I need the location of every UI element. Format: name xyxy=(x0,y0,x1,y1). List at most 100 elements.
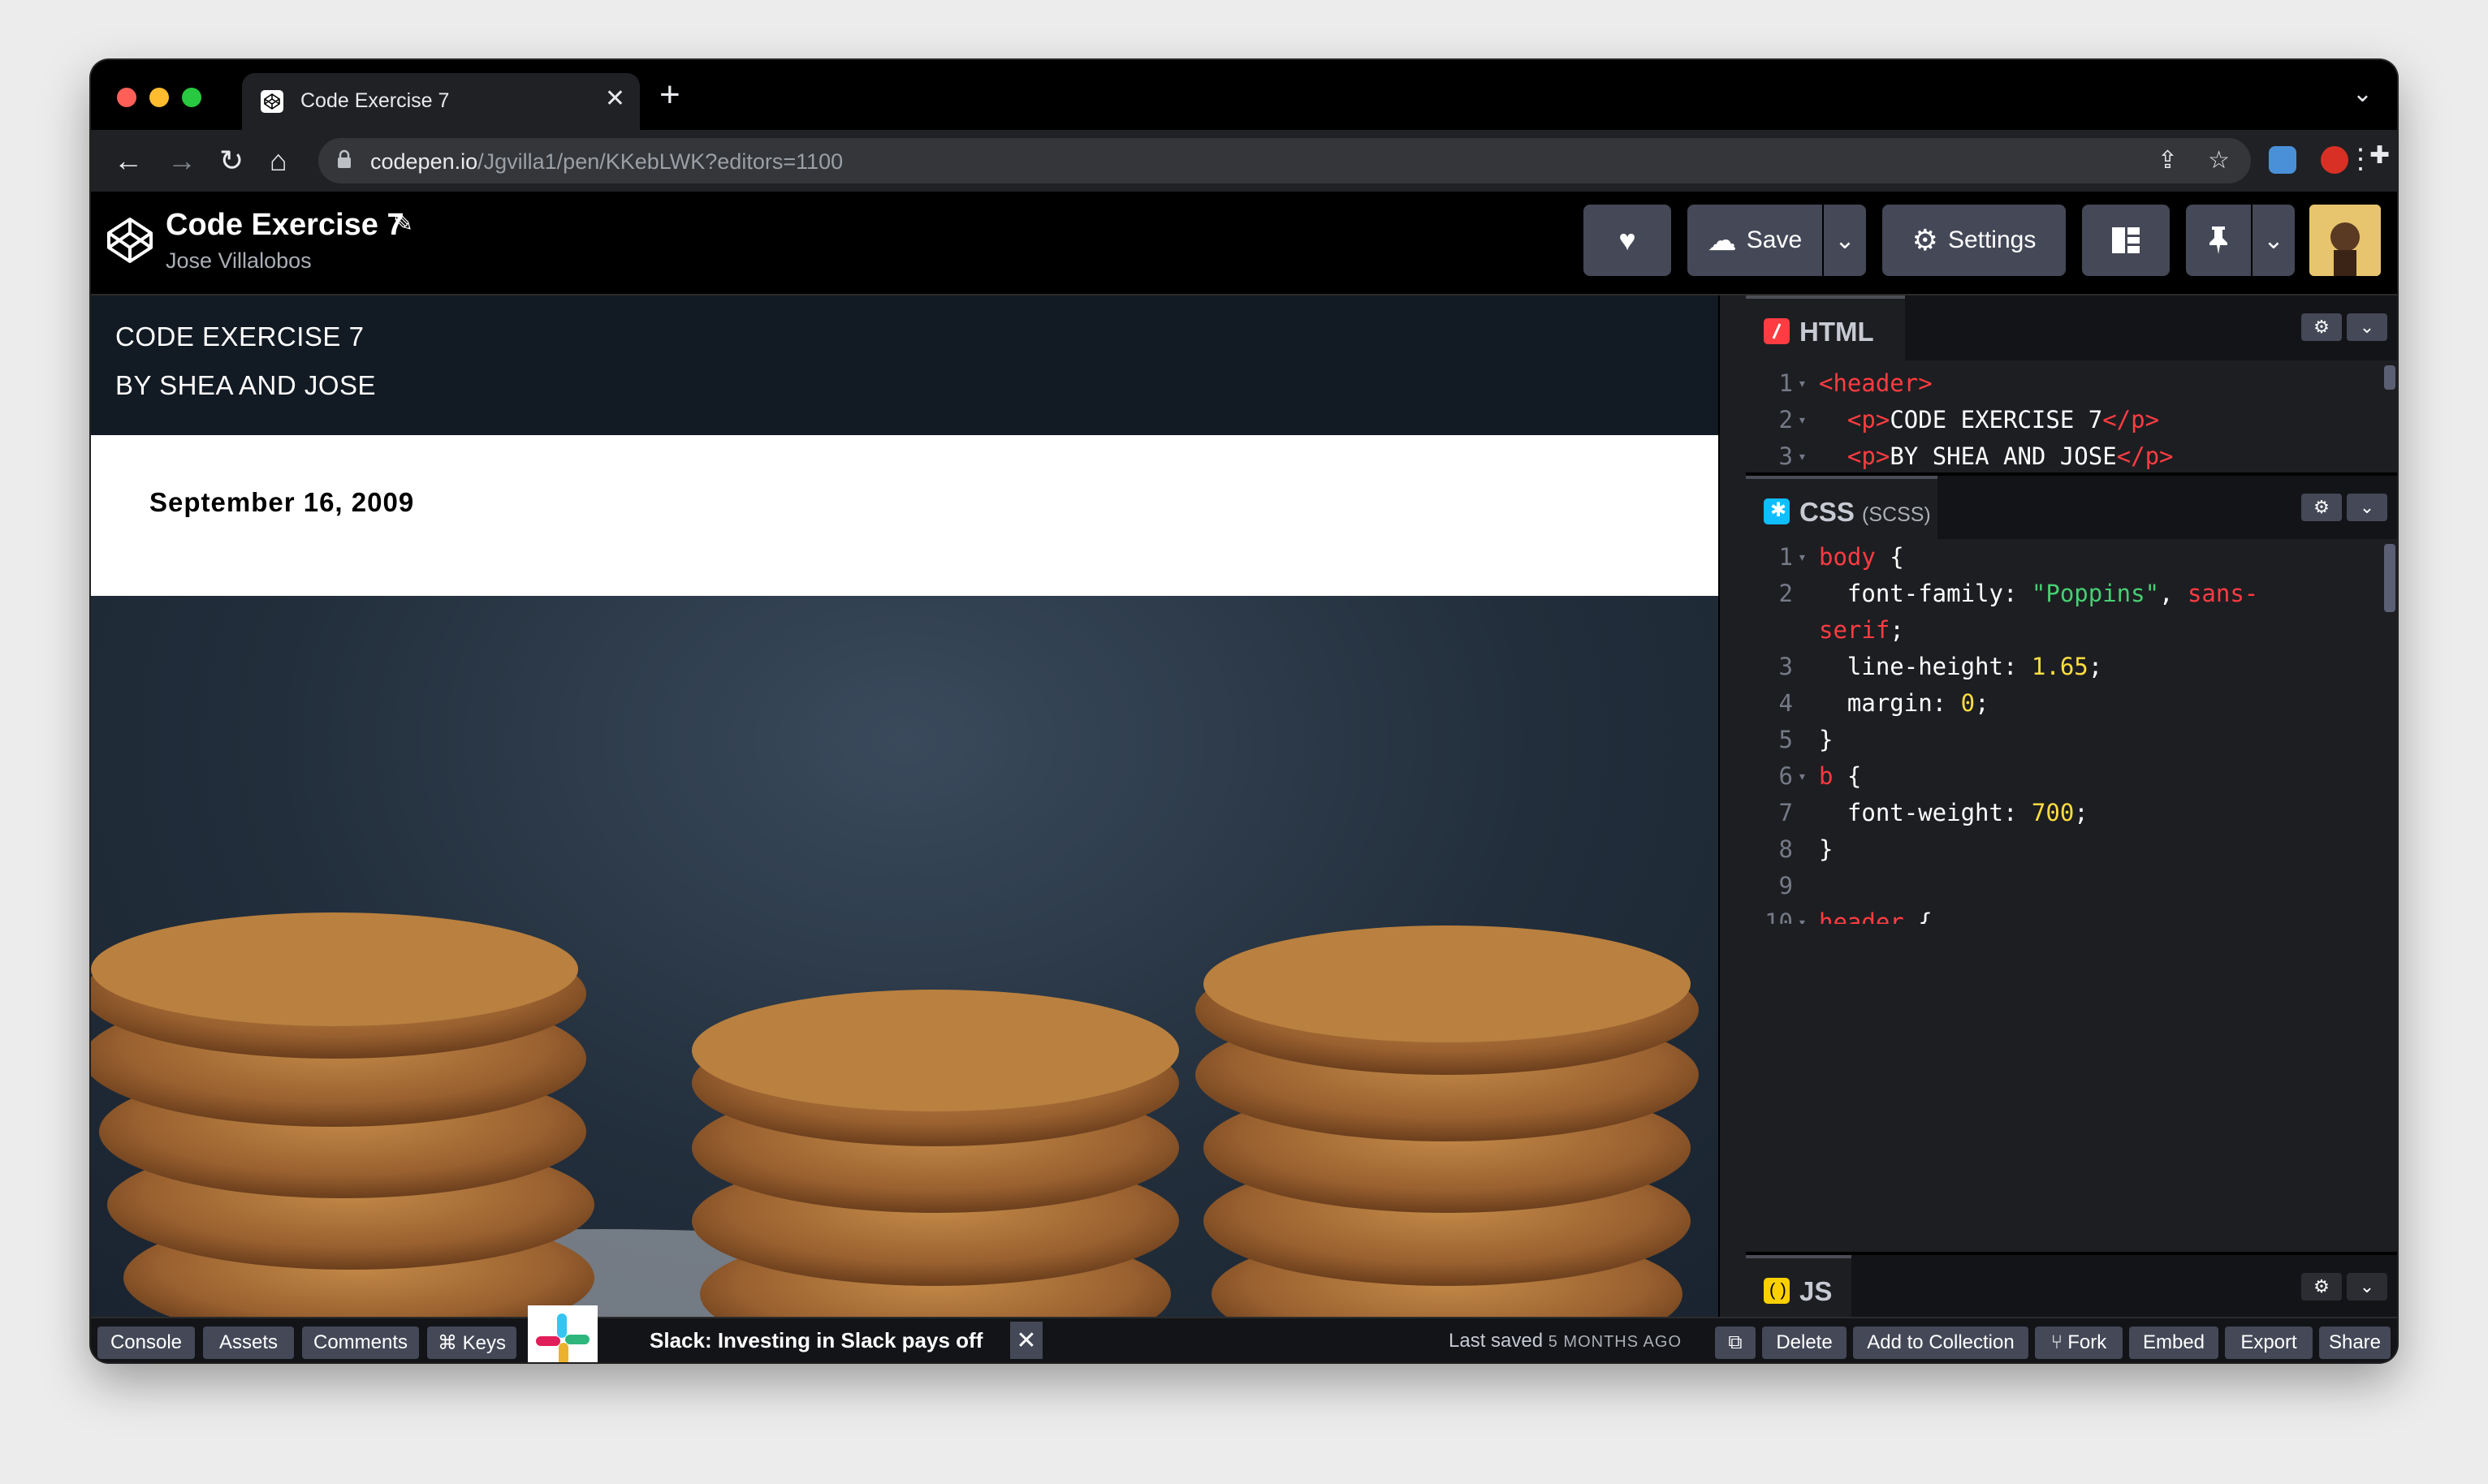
address-bar[interactable]: codepen.io/Jgvilla1/pen/KKebLWK?editors=… xyxy=(318,138,2251,183)
html-settings-gear-icon[interactable]: ⚙ xyxy=(2301,313,2342,341)
css-code-line[interactable]: 4 margin: 0; xyxy=(1746,685,2397,722)
css-code-line[interactable]: 2 font-family: "Poppins", sans- xyxy=(1746,576,2397,612)
lock-icon xyxy=(336,149,352,175)
tab-search-chevron-icon[interactable]: ⌄ xyxy=(2352,80,2373,108)
code-token: sans- xyxy=(2187,580,2259,607)
add-to-collection-button[interactable]: Add to Collection xyxy=(1853,1327,2028,1359)
extension-red-icon[interactable] xyxy=(2321,146,2348,174)
slack-logo-icon[interactable] xyxy=(528,1305,598,1362)
browser-tab[interactable]: Code Exercise 7 ✕ xyxy=(242,73,640,130)
love-button[interactable]: ♥ xyxy=(1583,205,1671,276)
html-code-area[interactable]: 1 ▾ <header> 2 ▾ <p>CODE EXERCISE 7</p> 3 ▾ <p… xyxy=(1746,365,2397,471)
left-cookie-stack xyxy=(91,912,594,1317)
pen-title[interactable]: Code Exercise 7 xyxy=(166,208,404,243)
user-avatar[interactable] xyxy=(2309,205,2381,276)
embed-button[interactable]: Embed xyxy=(2129,1327,2218,1359)
html-editor-tab[interactable]: HTML xyxy=(1746,296,1905,360)
css-editor-tab[interactable]: ✱ CSS (SCSS) xyxy=(1746,476,1937,541)
css-code-line[interactable]: 5} xyxy=(1746,722,2397,758)
js-settings-gear-icon[interactable]: ⚙ xyxy=(2301,1273,2342,1301)
code-text: body { xyxy=(1819,539,1904,576)
extension-cloud-icon[interactable] xyxy=(2269,146,2296,174)
delete-button[interactable]: Delete xyxy=(1762,1327,1847,1359)
html-code-line[interactable]: 3 ▾ <p>BY SHEA AND JOSE</p> xyxy=(1746,438,2397,471)
ad-close-icon[interactable]: ✕ xyxy=(1010,1322,1043,1359)
assets-button[interactable]: Assets xyxy=(203,1327,294,1359)
css-code-line[interactable]: serif; xyxy=(1746,612,2397,649)
css-collapse-chevron-icon[interactable]: ⌄ xyxy=(2347,494,2387,521)
comments-button[interactable]: Comments xyxy=(302,1327,419,1359)
code-token: ; xyxy=(1975,689,1989,717)
code-token: } xyxy=(1819,835,1834,863)
editor-column: HTML ⚙ ⌄ 1 ▾ <header> 2 ▾ <p>CODE EXERCISE 7… xyxy=(1746,296,2397,1320)
fold-arrow-icon[interactable]: ▾ xyxy=(1798,758,1807,795)
css-code-line[interactable]: 6 ▾ b { xyxy=(1746,758,2397,795)
change-view-button[interactable] xyxy=(2082,205,2170,276)
css-code-line[interactable]: 10 ▾ header { xyxy=(1746,904,2397,924)
edit-title-pencil-icon[interactable]: ✎ xyxy=(393,209,413,238)
html-code-line[interactable]: 1 ▾ <header> xyxy=(1746,365,2397,402)
maximize-window-button[interactable] xyxy=(182,88,201,107)
tab-close-icon[interactable]: ✕ xyxy=(605,84,625,113)
resize-gutter[interactable] xyxy=(1718,296,1747,1317)
fold-arrow-icon[interactable]: ▾ xyxy=(1798,904,1807,924)
css-code-line[interactable]: 1 ▾ body { xyxy=(1746,539,2397,576)
codepen-header: Code Exercise 7 ✎ Jose Villalobos ♥ ☁ Sa… xyxy=(91,192,2397,296)
share-button[interactable]: Share xyxy=(2319,1327,2391,1359)
html-collapse-chevron-icon[interactable]: ⌄ xyxy=(2347,313,2387,341)
fold-arrow-icon[interactable]: ▾ xyxy=(1798,539,1807,576)
url-path: /Jgvilla1/pen/KKebLWK?editors=1100 xyxy=(477,149,844,174)
console-button[interactable]: Console xyxy=(97,1327,195,1359)
html-code-line[interactable]: 2 ▾ <p>CODE EXERCISE 7</p> xyxy=(1746,402,2397,438)
keys-button[interactable]: ⌘ Keys xyxy=(427,1327,516,1359)
js-collapse-chevron-icon[interactable]: ⌄ xyxy=(2347,1273,2387,1301)
minimize-window-button[interactable] xyxy=(149,88,169,107)
forward-arrow-icon[interactable]: → xyxy=(167,145,197,177)
code-token: </p> xyxy=(2102,406,2160,434)
settings-button[interactable]: ⚙ Settings xyxy=(1882,205,2066,276)
code-token: CODE EXERCISE 7 xyxy=(1890,406,2103,434)
css-code-line[interactable]: 9 xyxy=(1746,868,2397,904)
css-code-line[interactable]: 8} xyxy=(1746,831,2397,868)
code-token: font-family: xyxy=(1819,580,2032,607)
fold-arrow-icon[interactable]: ▾ xyxy=(1798,438,1807,471)
css-code-area[interactable]: 1 ▾ body {2 font-family: "Poppins", sans-s… xyxy=(1746,539,2397,924)
result-preview[interactable]: CODE EXERCISE 7 BY SHEA AND JOSE Septemb… xyxy=(91,296,1718,1317)
bookmark-star-icon[interactable]: ☆ xyxy=(2208,146,2230,175)
html-scrollbar[interactable] xyxy=(2382,365,2397,471)
last-saved-when: 5 MONTHS AGO xyxy=(1548,1333,1682,1351)
save-button[interactable]: ☁ Save xyxy=(1687,205,1822,276)
fold-arrow-icon[interactable]: ▾ xyxy=(1798,402,1807,438)
back-arrow-icon[interactable]: ← xyxy=(114,145,143,177)
tab-title: Code Exercise 7 xyxy=(300,89,450,112)
open-external-icon[interactable]: ⧉ xyxy=(1715,1327,1756,1359)
new-tab-button[interactable]: + xyxy=(659,75,680,115)
share-page-icon[interactable]: ⇪ xyxy=(2158,146,2178,175)
code-text: } xyxy=(1819,722,1833,758)
last-saved-label: Last saved xyxy=(1449,1330,1544,1352)
css-settings-gear-icon[interactable]: ⚙ xyxy=(2301,494,2342,521)
browser-menu-kebab-icon[interactable]: ⋮ xyxy=(2347,143,2374,175)
home-icon[interactable]: ⌂ xyxy=(270,145,287,177)
pin-options-button[interactable]: ⌄ xyxy=(2253,205,2295,276)
close-window-button[interactable] xyxy=(117,88,136,107)
js-editor-tab[interactable]: ( ) JS xyxy=(1746,1255,1851,1320)
ad-text[interactable]: Slack: Investing in Slack pays off xyxy=(650,1328,983,1353)
chevron-down-icon: ⌄ xyxy=(1834,226,1855,254)
css-code-line[interactable]: 7 font-weight: 700; xyxy=(1746,795,2397,831)
reload-icon[interactable]: ↻ xyxy=(219,145,244,177)
pin-button[interactable] xyxy=(2186,205,2251,276)
css-icon: ✱ xyxy=(1764,498,1790,524)
code-token: 1.65 xyxy=(2031,653,2088,680)
css-code-line[interactable]: 3 line-height: 1.65; xyxy=(1746,649,2397,685)
code-token: { xyxy=(1903,908,1933,924)
export-button[interactable]: Export xyxy=(2225,1327,2313,1359)
fork-button[interactable]: ⑂ Fork xyxy=(2035,1327,2123,1359)
pen-author[interactable]: Jose Villalobos xyxy=(166,248,312,274)
code-token: </p> xyxy=(2116,442,2174,470)
codepen-logo-icon[interactable] xyxy=(104,214,156,266)
fold-arrow-icon[interactable]: ▾ xyxy=(1798,365,1807,402)
css-scrollbar[interactable] xyxy=(2382,539,2397,924)
save-options-button[interactable]: ⌄ xyxy=(1824,205,1866,276)
